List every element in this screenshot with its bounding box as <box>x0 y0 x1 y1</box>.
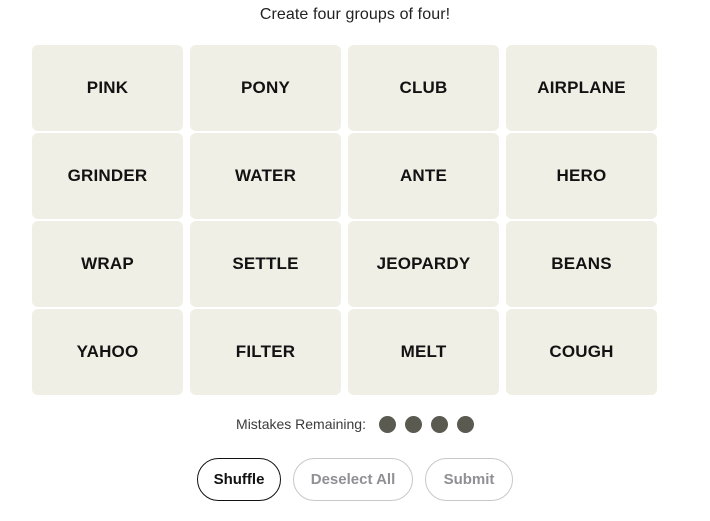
mistakes-remaining-label: Mistakes Remaining: <box>236 416 366 432</box>
word-tile-label: YAHOO <box>76 342 139 361</box>
word-tile[interactable]: HERO <box>506 133 657 219</box>
mistakes-dot-group <box>378 415 474 433</box>
word-tile-label: AIRPLANE <box>537 78 626 97</box>
word-tile-label: MELT <box>400 342 447 361</box>
word-tile[interactable]: COUGH <box>506 309 657 395</box>
word-tile-label: JEOPARDY <box>376 254 471 273</box>
word-tile[interactable]: GRINDER <box>32 133 183 219</box>
mistake-dot-icon <box>378 415 396 433</box>
word-tile[interactable]: CLUB <box>348 45 499 131</box>
mistake-dot-icon <box>404 415 422 433</box>
word-tile[interactable]: PINK <box>32 45 183 131</box>
word-tile-label: PINK <box>86 78 129 97</box>
mistake-dot-icon <box>430 415 448 433</box>
word-tile[interactable]: BEANS <box>506 221 657 307</box>
word-grid: PINK PONY CLUB AIRPLANE GRINDER WATER AN… <box>32 45 658 395</box>
word-tile[interactable]: MELT <box>348 309 499 395</box>
word-tile-label: FILTER <box>235 342 296 361</box>
word-tile[interactable]: ANTE <box>348 133 499 219</box>
mistakes-remaining: Mistakes Remaining: <box>0 413 710 435</box>
word-tile-label: HERO <box>556 166 607 185</box>
submit-button[interactable]: Submit <box>425 458 513 501</box>
word-tile[interactable]: WRAP <box>32 221 183 307</box>
page-title: Create four groups of four! <box>259 6 451 23</box>
word-tile[interactable]: AIRPLANE <box>506 45 657 131</box>
word-tile-label: WRAP <box>81 254 134 273</box>
deselect-all-button[interactable]: Deselect All <box>293 458 413 501</box>
word-tile[interactable]: YAHOO <box>32 309 183 395</box>
shuffle-button[interactable]: Shuffle <box>197 458 281 501</box>
word-tile-label: WATER <box>234 166 297 185</box>
word-tile[interactable]: FILTER <box>190 309 341 395</box>
word-tile-label: PONY <box>241 78 290 97</box>
word-tile[interactable]: WATER <box>190 133 341 219</box>
word-tile[interactable]: SETTLE <box>190 221 341 307</box>
word-tile-label: CLUB <box>399 78 448 97</box>
word-tile-label: BEANS <box>551 254 612 273</box>
word-tile-label: GRINDER <box>67 166 148 185</box>
word-tile-label: SETTLE <box>232 254 299 273</box>
word-tile[interactable]: PONY <box>190 45 341 131</box>
word-tile-label: ANTE <box>399 166 448 185</box>
connections-game-page: Create four groups of four! PINK PONY CL… <box>0 0 710 521</box>
game-controls: Shuffle Deselect All Submit <box>0 458 710 501</box>
word-tile[interactable]: JEOPARDY <box>348 221 499 307</box>
word-tile-label: COUGH <box>549 342 614 361</box>
mistake-dot-icon <box>456 415 474 433</box>
